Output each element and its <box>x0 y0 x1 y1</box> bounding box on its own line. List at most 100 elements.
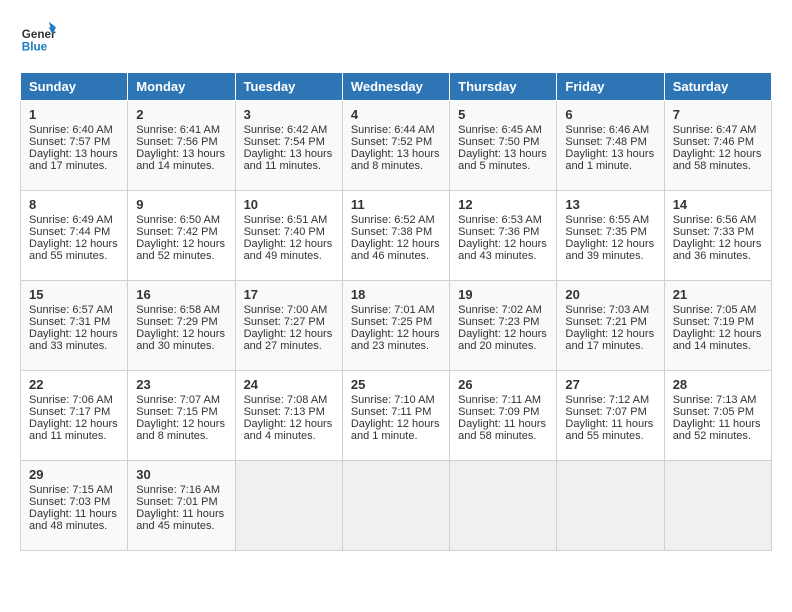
day-info: Sunrise: 7:06 AM <box>29 394 119 406</box>
day-info: Sunrise: 6:45 AM <box>458 124 548 136</box>
day-number: 12 <box>458 197 548 212</box>
day-number: 28 <box>673 377 763 392</box>
calendar-cell <box>450 461 557 551</box>
day-info: Sunset: 7:21 PM <box>565 316 655 328</box>
logo-icon: General Blue <box>20 20 56 56</box>
day-info: Sunrise: 6:55 AM <box>565 214 655 226</box>
day-info: Sunrise: 6:41 AM <box>136 124 226 136</box>
day-number: 7 <box>673 107 763 122</box>
day-info: Daylight: 12 hours and 11 minutes. <box>29 418 119 442</box>
day-info: Daylight: 12 hours and 14 minutes. <box>673 328 763 352</box>
day-info: Sunset: 7:57 PM <box>29 136 119 148</box>
day-number: 16 <box>136 287 226 302</box>
day-number: 14 <box>673 197 763 212</box>
day-info: Sunset: 7:29 PM <box>136 316 226 328</box>
day-info: Sunset: 7:23 PM <box>458 316 548 328</box>
day-info: Sunrise: 7:08 AM <box>244 394 334 406</box>
header-cell-thursday: Thursday <box>450 73 557 101</box>
day-info: Daylight: 12 hours and 49 minutes. <box>244 238 334 262</box>
calendar-cell: 28Sunrise: 7:13 AMSunset: 7:05 PMDayligh… <box>664 371 771 461</box>
calendar-table: SundayMondayTuesdayWednesdayThursdayFrid… <box>20 72 772 551</box>
day-info: Sunrise: 7:05 AM <box>673 304 763 316</box>
calendar-cell: 30Sunrise: 7:16 AMSunset: 7:01 PMDayligh… <box>128 461 235 551</box>
day-number: 17 <box>244 287 334 302</box>
day-info: Sunset: 7:27 PM <box>244 316 334 328</box>
calendar-cell: 14Sunrise: 6:56 AMSunset: 7:33 PMDayligh… <box>664 191 771 281</box>
day-info: Sunset: 7:35 PM <box>565 226 655 238</box>
day-info: Daylight: 13 hours and 5 minutes. <box>458 148 548 172</box>
day-number: 4 <box>351 107 441 122</box>
day-info: Sunset: 7:50 PM <box>458 136 548 148</box>
day-info: Sunset: 7:11 PM <box>351 406 441 418</box>
day-number: 27 <box>565 377 655 392</box>
day-info: Sunset: 7:46 PM <box>673 136 763 148</box>
day-info: Sunset: 7:56 PM <box>136 136 226 148</box>
calendar-cell: 25Sunrise: 7:10 AMSunset: 7:11 PMDayligh… <box>342 371 449 461</box>
day-number: 20 <box>565 287 655 302</box>
day-number: 3 <box>244 107 334 122</box>
calendar-cell: 8Sunrise: 6:49 AMSunset: 7:44 PMDaylight… <box>21 191 128 281</box>
header-cell-sunday: Sunday <box>21 73 128 101</box>
day-info: Daylight: 11 hours and 45 minutes. <box>136 508 226 532</box>
day-info: Sunset: 7:36 PM <box>458 226 548 238</box>
calendar-cell: 2Sunrise: 6:41 AMSunset: 7:56 PMDaylight… <box>128 101 235 191</box>
day-info: Sunrise: 6:44 AM <box>351 124 441 136</box>
day-number: 19 <box>458 287 548 302</box>
day-info: Daylight: 12 hours and 30 minutes. <box>136 328 226 352</box>
day-info: Sunrise: 7:11 AM <box>458 394 548 406</box>
calendar-cell: 9Sunrise: 6:50 AMSunset: 7:42 PMDaylight… <box>128 191 235 281</box>
day-info: Sunset: 7:48 PM <box>565 136 655 148</box>
day-info: Daylight: 13 hours and 1 minute. <box>565 148 655 172</box>
calendar-body: 1 Sunrise: 6:40 AMSunset: 7:57 PM Daylight… <box>21 101 772 551</box>
day-number: 1 <box>29 107 119 122</box>
calendar-cell: 23Sunrise: 7:07 AMSunset: 7:15 PMDayligh… <box>128 371 235 461</box>
day-info: Sunset: 7:42 PM <box>136 226 226 238</box>
day-number: 6 <box>565 107 655 122</box>
header-cell-monday: Monday <box>128 73 235 101</box>
day-info: Sunrise: 6:57 AM <box>29 304 119 316</box>
calendar-cell: 29Sunrise: 7:15 AMSunset: 7:03 PMDayligh… <box>21 461 128 551</box>
calendar-cell: 6Sunrise: 6:46 AMSunset: 7:48 PMDaylight… <box>557 101 664 191</box>
day-number: 22 <box>29 377 119 392</box>
calendar-cell: 3Sunrise: 6:42 AMSunset: 7:54 PMDaylight… <box>235 101 342 191</box>
day-info: Sunset: 7:03 PM <box>29 496 119 508</box>
day-info: Sunrise: 6:58 AM <box>136 304 226 316</box>
day-number: 13 <box>565 197 655 212</box>
day-info: Sunrise: 6:51 AM <box>244 214 334 226</box>
day-number: 2 <box>136 107 226 122</box>
day-info: Sunrise: 7:07 AM <box>136 394 226 406</box>
day-info: Daylight: 11 hours and 52 minutes. <box>673 418 763 442</box>
day-info: Daylight: 12 hours and 39 minutes. <box>565 238 655 262</box>
day-info: Sunset: 7:01 PM <box>136 496 226 508</box>
day-info: Sunset: 7:19 PM <box>673 316 763 328</box>
day-number: 24 <box>244 377 334 392</box>
calendar-cell <box>664 461 771 551</box>
calendar-cell <box>235 461 342 551</box>
day-number: 18 <box>351 287 441 302</box>
day-info: Sunrise: 7:13 AM <box>673 394 763 406</box>
header-cell-wednesday: Wednesday <box>342 73 449 101</box>
day-number: 15 <box>29 287 119 302</box>
calendar-cell <box>342 461 449 551</box>
calendar-header: SundayMondayTuesdayWednesdayThursdayFrid… <box>21 73 772 101</box>
day-info: Sunrise: 6:50 AM <box>136 214 226 226</box>
day-info: Sunset: 7:44 PM <box>29 226 119 238</box>
day-info: Sunrise: 7:03 AM <box>565 304 655 316</box>
week-row-5: 29Sunrise: 7:15 AMSunset: 7:03 PMDayligh… <box>21 461 772 551</box>
day-info: Daylight: 12 hours and 52 minutes. <box>136 238 226 262</box>
week-row-1: 1 Sunrise: 6:40 AMSunset: 7:57 PM Daylight… <box>21 101 772 191</box>
day-info: Sunrise: 7:01 AM <box>351 304 441 316</box>
day-number: 5 <box>458 107 548 122</box>
calendar-cell: 22Sunrise: 7:06 AMSunset: 7:17 PMDayligh… <box>21 371 128 461</box>
day-info: Daylight: 13 hours and 8 minutes. <box>351 148 441 172</box>
day-number: 25 <box>351 377 441 392</box>
day-info: Sunset: 7:13 PM <box>244 406 334 418</box>
day-info: Daylight: 12 hours and 20 minutes. <box>458 328 548 352</box>
day-info: Daylight: 11 hours and 58 minutes. <box>458 418 548 442</box>
day-info: Sunrise: 7:12 AM <box>565 394 655 406</box>
header-cell-tuesday: Tuesday <box>235 73 342 101</box>
day-info: Sunset: 7:40 PM <box>244 226 334 238</box>
day-info: Sunrise: 6:40 AM <box>29 124 119 136</box>
page-header: General Blue <box>20 20 772 56</box>
day-info: Sunrise: 7:15 AM <box>29 484 119 496</box>
